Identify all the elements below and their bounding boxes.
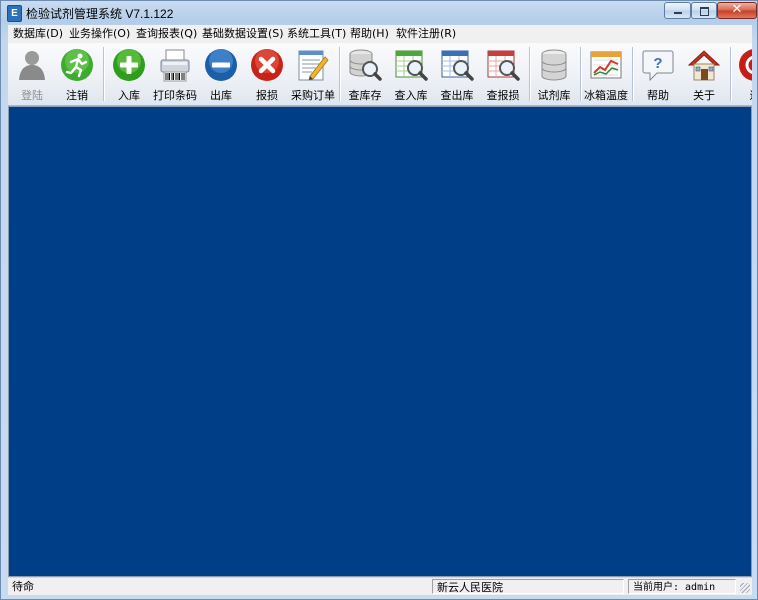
logout-label: 注销 bbox=[66, 89, 88, 102]
mdi-workspace[interactable] bbox=[8, 106, 752, 577]
search-green-table-icon bbox=[395, 50, 428, 81]
toolbar: 登陆 注销 入库 打印条码 出库 报损 采购订单 查库存 查入库 查出库 查报损… bbox=[8, 43, 752, 106]
maximize-button[interactable] bbox=[691, 2, 717, 19]
menu-base-data[interactable]: 基础数据设置(S) bbox=[202, 26, 284, 42]
exit-label: 退 bbox=[725, 87, 753, 103]
menu-business[interactable]: 业务操作(O) bbox=[69, 26, 130, 42]
close-button[interactable]: ✕ bbox=[717, 2, 757, 19]
menu-registration[interactable]: 软件注册(R) bbox=[396, 26, 456, 42]
exit-power-icon bbox=[739, 49, 752, 81]
status-organization: 新云人民医院 bbox=[432, 579, 624, 594]
logout-runner-icon bbox=[61, 49, 93, 81]
user-login-icon bbox=[19, 51, 45, 80]
search-blue-table-icon bbox=[441, 50, 474, 81]
resize-grip[interactable] bbox=[740, 583, 750, 593]
application-window: E 检验试剂管理系统 V7.1.122 ✕ 数据库(D) 业务操作(O) 查询报… bbox=[0, 0, 758, 600]
menu-system-tools[interactable]: 系统工具(T) bbox=[287, 26, 346, 42]
menu-database[interactable]: 数据库(D) bbox=[13, 26, 63, 42]
help-bubble-icon: ? bbox=[642, 50, 674, 82]
minimize-icon bbox=[674, 12, 682, 14]
status-message: 待命 bbox=[12, 580, 34, 593]
query-loss-button[interactable]: 查报损 bbox=[479, 45, 527, 103]
database-icon bbox=[541, 49, 567, 81]
menu-bar: 数据库(D) 业务操作(O) 查询报表(Q) 基础数据设置(S) 系统工具(T)… bbox=[8, 25, 752, 43]
about-house-icon bbox=[687, 50, 721, 81]
fridge-temperature-button[interactable]: 冰箱温度 bbox=[582, 45, 630, 103]
minus-circle-icon bbox=[205, 49, 237, 81]
title-bar[interactable]: E 检验试剂管理系统 V7.1.122 ✕ bbox=[1, 1, 757, 23]
reagent-library-button[interactable]: 试剂库 bbox=[530, 45, 578, 103]
purchase-order-button[interactable]: 采购订单 bbox=[289, 45, 337, 103]
reagent-library-label: 试剂库 bbox=[537, 89, 571, 102]
status-current-user: 当前用户: admin bbox=[628, 579, 736, 594]
barcode-printer-icon bbox=[160, 49, 190, 82]
fridge-temperature-label: 冰箱温度 bbox=[584, 89, 628, 102]
close-icon: ✕ bbox=[731, 2, 743, 17]
minimize-button[interactable] bbox=[664, 2, 691, 19]
add-circle-icon bbox=[113, 49, 145, 81]
maximize-icon bbox=[700, 7, 709, 16]
x-circle-icon bbox=[251, 49, 283, 81]
fridge-temperature-chart-icon bbox=[590, 51, 622, 79]
search-database-icon bbox=[349, 49, 382, 81]
menu-help[interactable]: 帮助(H) bbox=[350, 26, 389, 42]
menu-reports[interactable]: 查询报表(Q) bbox=[136, 26, 197, 42]
purchase-order-label: 采购订单 bbox=[291, 89, 335, 102]
purchase-order-icon bbox=[298, 50, 329, 81]
logout-button[interactable]: 注销 bbox=[53, 45, 101, 103]
svg-text:?: ? bbox=[653, 55, 662, 72]
search-red-table-icon bbox=[487, 50, 520, 81]
app-icon[interactable]: E bbox=[7, 5, 22, 22]
window-title: 检验试剂管理系统 V7.1.122 bbox=[26, 7, 174, 21]
about-button[interactable]: 关于 bbox=[680, 45, 728, 103]
exit-button[interactable]: 退 bbox=[731, 45, 752, 103]
status-bar: 待命 新云人民医院 当前用户: admin bbox=[8, 578, 752, 595]
